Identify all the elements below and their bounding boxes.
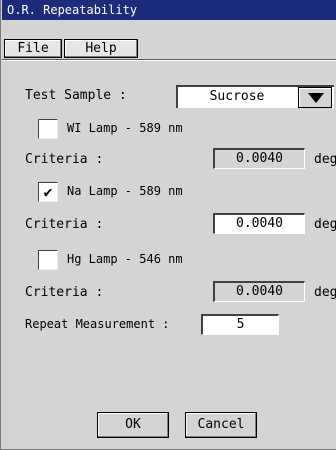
wi-criteria-field[interactable]: 0.0040 — [213, 148, 305, 169]
na-criteria-label: Criteria : — [25, 217, 104, 232]
menu-help[interactable]: Help — [64, 39, 138, 58]
na-criteria-unit: deg — [314, 217, 336, 232]
menu-divider-highlight — [2, 60, 336, 61]
wi-criteria-unit: deg — [314, 152, 336, 167]
wi-lamp-label: WI Lamp - 589 nm — [67, 121, 183, 135]
ok-button[interactable]: OK — [97, 412, 169, 438]
repeatability-dialog: O.R. Repeatability File Help Test Sample… — [0, 0, 336, 450]
repeat-measurement-label: Repeat Measurement : — [25, 317, 170, 331]
na-lamp-checkbox[interactable]: ✔ — [38, 182, 58, 202]
test-sample-label: Test Sample : — [25, 88, 127, 103]
hg-criteria-label: Criteria : — [25, 285, 104, 300]
hg-lamp-checkbox[interactable] — [38, 250, 58, 270]
cancel-button[interactable]: Cancel — [185, 412, 257, 438]
menu-file[interactable]: File — [4, 39, 62, 58]
repeat-measurement-field[interactable]: 5 — [201, 314, 279, 335]
window-title: O.R. Repeatability — [2, 0, 336, 20]
wi-lamp-checkbox[interactable] — [38, 119, 58, 139]
wi-criteria-label: Criteria : — [25, 152, 104, 167]
test-sample-value: Sucrose — [209, 89, 265, 104]
hg-criteria-field[interactable]: 0.0040 — [213, 281, 305, 302]
menu-bar: File Help — [2, 20, 336, 61]
hg-criteria-unit: deg — [314, 285, 336, 300]
na-criteria-field[interactable]: 0.0040 — [213, 213, 305, 234]
hg-lamp-label: Hg Lamp - 546 nm — [67, 252, 183, 266]
test-sample-select[interactable]: Sucrose — [176, 85, 334, 108]
dropdown-button[interactable] — [298, 87, 332, 108]
chevron-down-icon — [308, 93, 324, 103]
na-lamp-label: Na Lamp - 589 nm — [67, 184, 183, 198]
